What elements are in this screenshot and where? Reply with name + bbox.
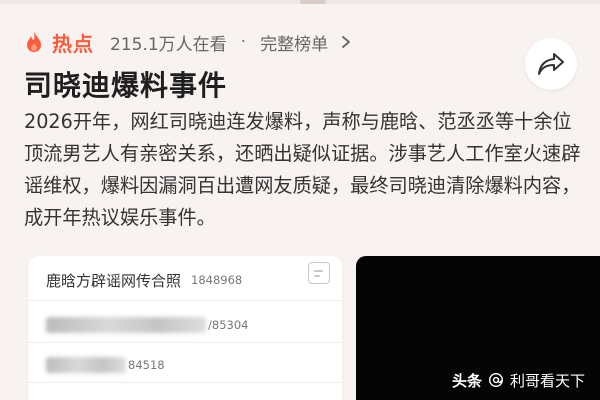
at-sign-icon	[489, 372, 504, 388]
list-item-code: 84518	[128, 358, 165, 372]
divider	[28, 342, 342, 343]
article-description: 2026开年，网红司晓迪连发爆料，声称与鹿晗、范丞丞等十余位顶流男艺人有亲密关系…	[24, 110, 581, 229]
full-list-link[interactable]: 完整榜单	[260, 30, 328, 55]
document-icon[interactable]	[308, 262, 330, 284]
share-arrow-icon	[538, 53, 564, 75]
divider	[28, 382, 342, 383]
list-item: /85304	[46, 314, 248, 336]
top-edge	[0, 0, 600, 4]
trending-header[interactable]: 热点 215.1万人在看 · 完整榜单	[24, 28, 352, 56]
divider	[28, 300, 342, 301]
document-card[interactable]: 鹿晗方辟谣网传合照 1848968 /85304 84518	[28, 256, 342, 400]
list-item: 84518	[46, 354, 165, 376]
page-title: 司晓迪爆料事件	[24, 69, 228, 102]
document-card-count: 1848968	[191, 273, 243, 287]
blurred-text	[46, 357, 126, 373]
watermark-brand: 头条	[452, 371, 483, 390]
trending-label: 热点	[52, 31, 94, 56]
list-item-code: /85304	[208, 318, 249, 332]
watermark-account: 利哥看天下	[510, 371, 586, 390]
top-edge-tick	[300, 0, 326, 4]
chevron-right-icon[interactable]	[340, 35, 352, 49]
watermark: 头条 利哥看天下	[452, 368, 585, 392]
document-card-header: 鹿晗方辟谣网传合照 1848968	[46, 268, 336, 292]
separator-dot: ·	[240, 32, 247, 52]
blurred-text	[46, 317, 206, 333]
share-button[interactable]	[525, 38, 577, 90]
viewer-count: 215.1万人在看	[110, 34, 227, 55]
fire-icon	[27, 31, 41, 52]
document-card-title: 鹿晗方辟谣网传合照	[46, 271, 182, 290]
